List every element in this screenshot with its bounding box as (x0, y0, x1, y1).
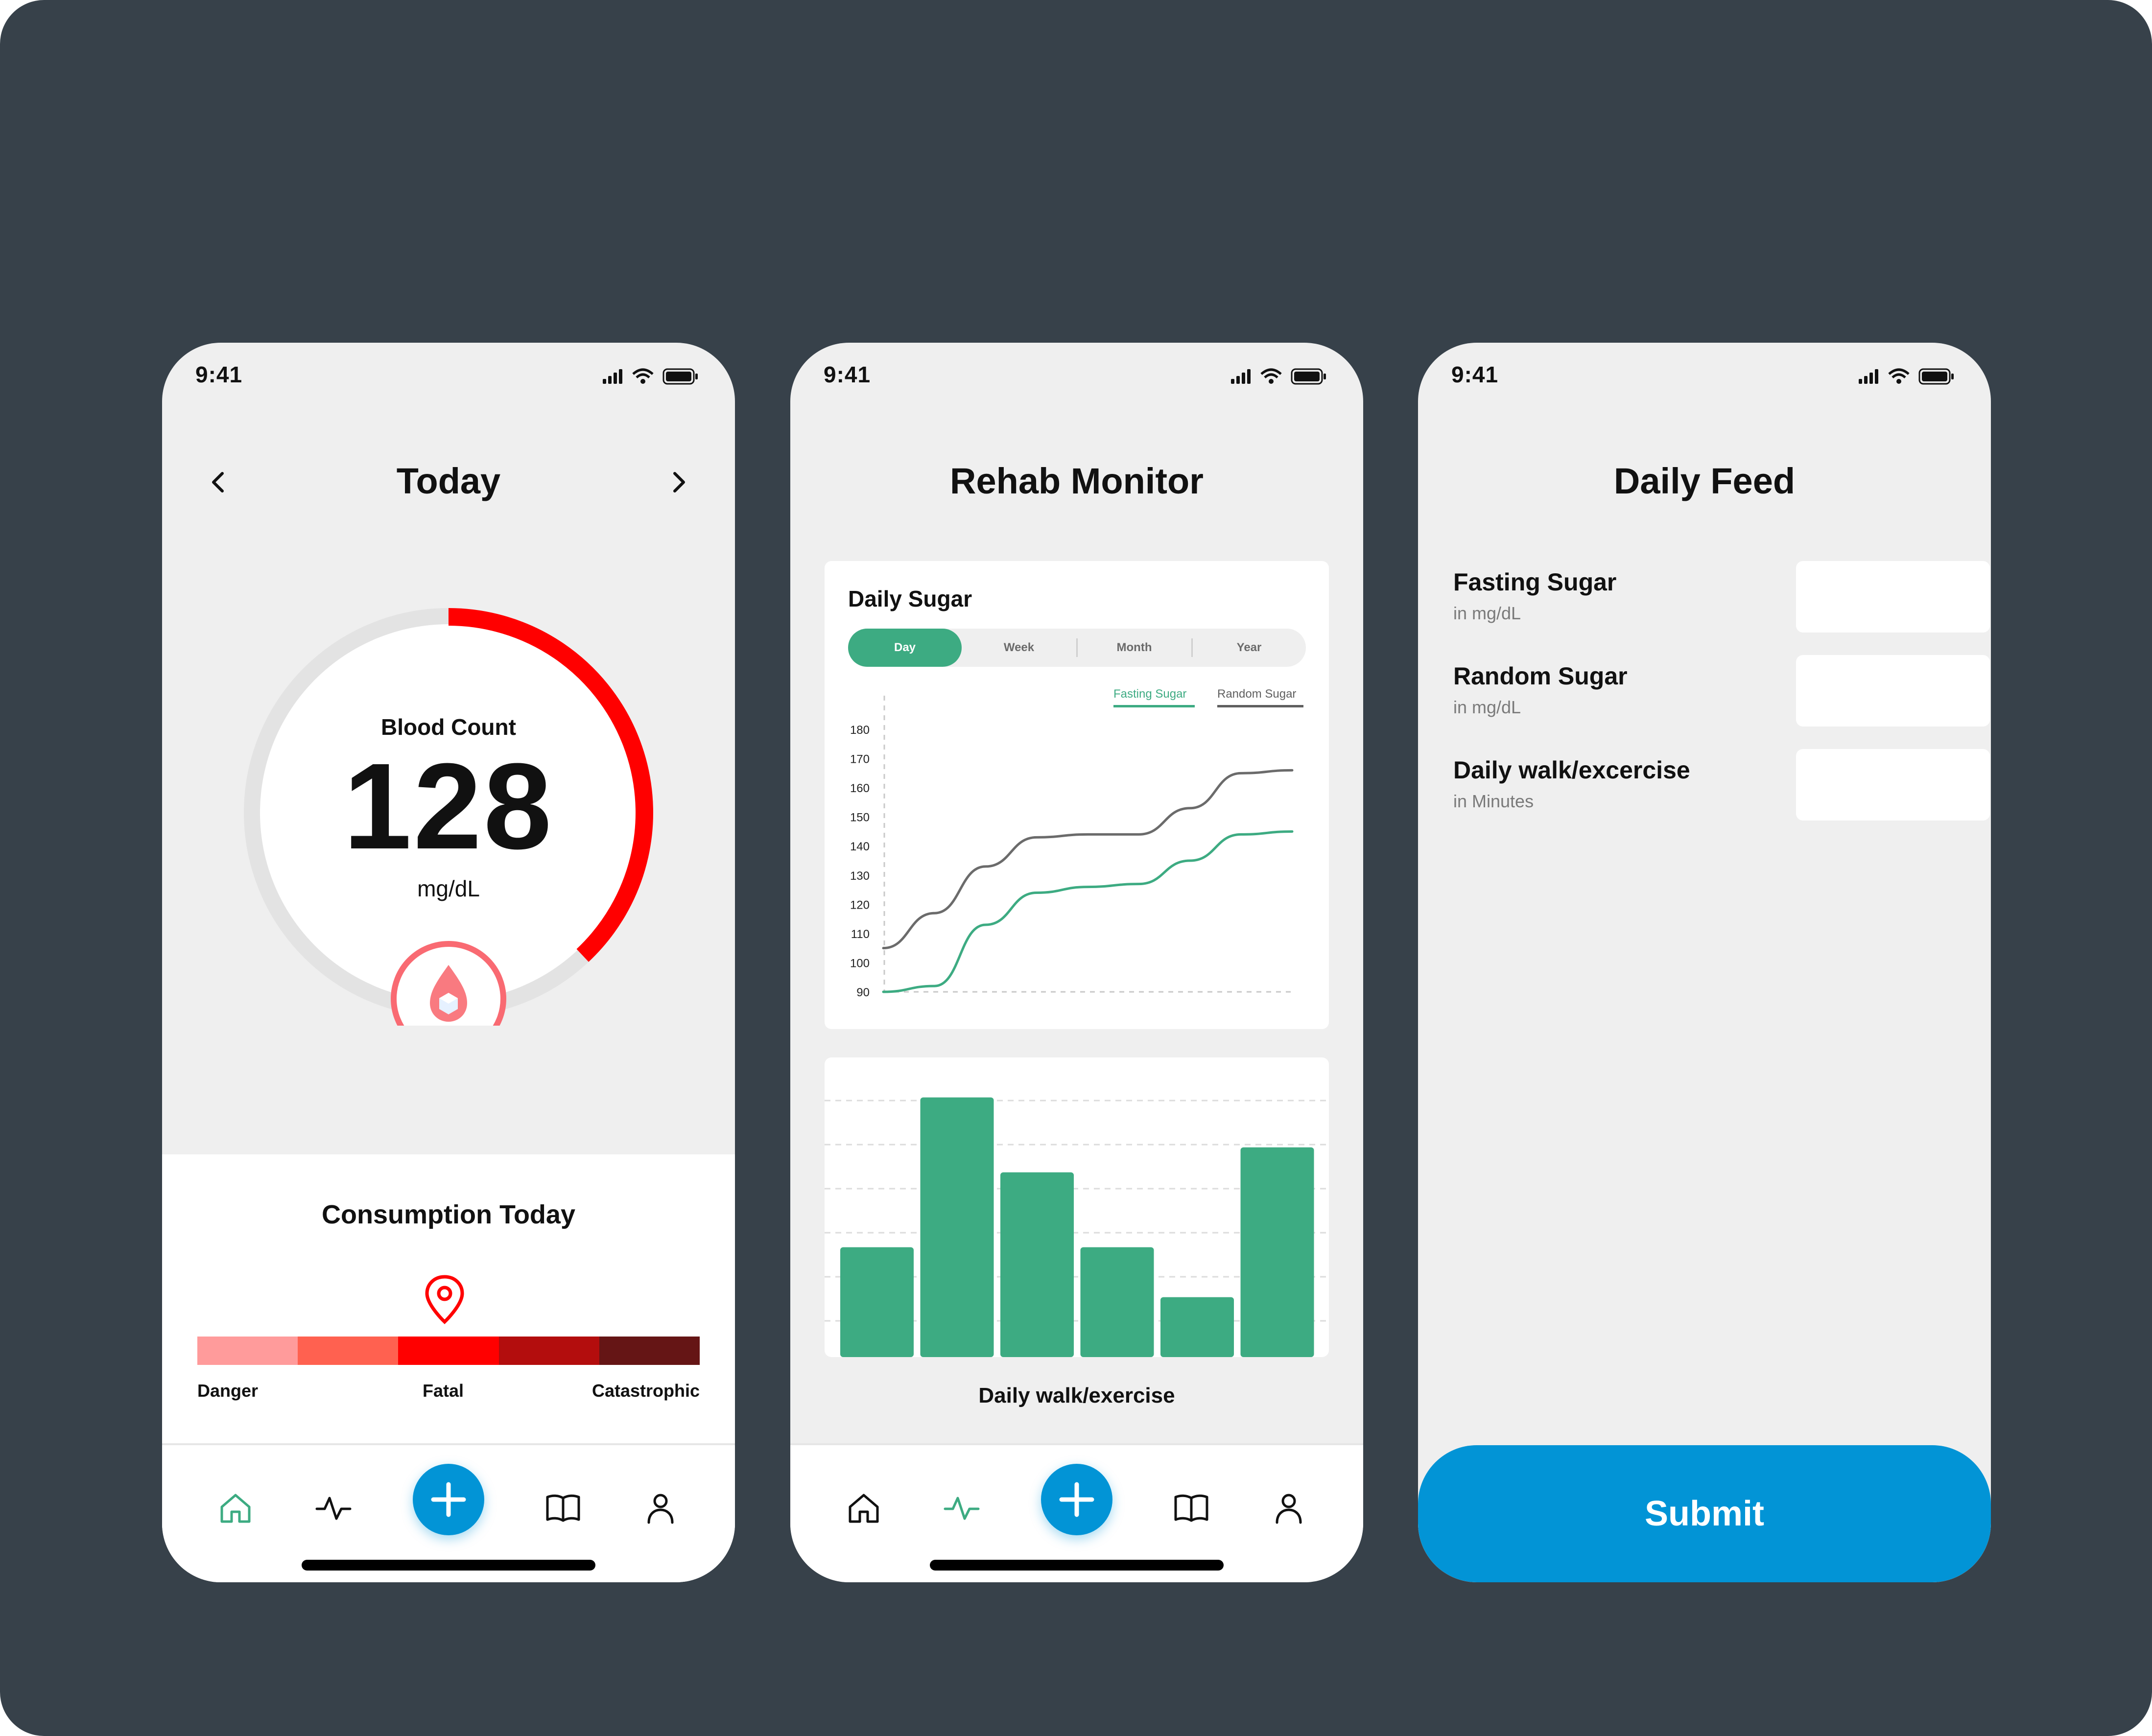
gauge-unit: mg/dL (417, 876, 480, 901)
y-tick-label: 110 (851, 928, 870, 941)
consumption-title: Consumption Today (322, 1200, 575, 1229)
home-indicator (930, 1560, 1224, 1571)
random-sugar-row: Random Sugar in mg/dL (1453, 655, 1990, 728)
home-indicator (302, 1560, 595, 1571)
bar (1000, 1172, 1074, 1357)
y-tick-label: 100 (850, 957, 870, 970)
field-label: Daily walk/excercise (1453, 756, 1690, 784)
page-title: Today (396, 461, 501, 501)
y-tick-label: 180 (850, 724, 870, 737)
add-button[interactable] (413, 1464, 484, 1535)
status-bar: 9:41 (1418, 343, 1991, 411)
profile-icon[interactable] (1269, 1488, 1308, 1527)
status-time: 9:41 (824, 362, 871, 387)
home-icon[interactable] (844, 1488, 883, 1527)
activity-icon[interactable] (314, 1488, 353, 1527)
page-title: Rehab Monitor (950, 461, 1204, 501)
field-label: Random Sugar (1453, 662, 1628, 690)
series-line-random-sugar (882, 769, 1294, 950)
plus-icon (1059, 1482, 1094, 1517)
bar (1080, 1247, 1154, 1357)
canvas-background: 9:41 Today Blood Count 128 mg/dL Consump… (0, 0, 2152, 1736)
y-tick-label: 140 (850, 840, 870, 853)
bar-chart-caption: Daily walk/exercise (978, 1384, 1175, 1408)
y-tick-label: 90 (856, 986, 870, 999)
field-label: Fasting Sugar (1453, 568, 1617, 596)
severity-label-fatal: Fatal (423, 1381, 464, 1401)
activity-icon[interactable] (942, 1488, 981, 1527)
location-pin-icon (425, 1275, 464, 1324)
field-unit: in mg/dL (1453, 603, 1521, 623)
scale-segment (599, 1337, 700, 1365)
status-icons (1231, 368, 1326, 385)
y-tick-label: 160 (850, 782, 870, 795)
rehab-monitor-screen: 9:41 Rehab Monitor Daily Sugar Day Week … (790, 343, 1363, 1582)
y-tick-label: 130 (850, 869, 870, 883)
gauge-label: Blood Count (381, 714, 516, 740)
add-button[interactable] (1041, 1464, 1112, 1535)
book-icon[interactable] (544, 1488, 583, 1527)
y-tick-label: 150 (850, 811, 870, 824)
page-title: Daily Feed (1613, 461, 1796, 501)
status-time: 9:41 (195, 362, 243, 387)
series-line-fasting-sugar (882, 830, 1294, 993)
fasting-sugar-input[interactable] (1796, 561, 1990, 633)
field-unit: in mg/dL (1453, 697, 1521, 717)
y-tick-label: 120 (850, 898, 870, 912)
chevron-right-icon[interactable] (664, 468, 693, 497)
severity-label-catastrophic: Catastrophic (591, 1381, 700, 1401)
status-icons (603, 368, 698, 385)
status-icons (1859, 368, 1954, 385)
daily-walk-row: Daily walk/excercise in Minutes (1453, 749, 1990, 822)
y-tick-label: 170 (850, 753, 870, 766)
home-icon[interactable] (216, 1488, 255, 1527)
bar (840, 1247, 914, 1357)
exercise-bar-card (825, 1057, 1329, 1357)
fasting-sugar-row: Fasting Sugar in mg/dL (1453, 561, 1990, 634)
severity-labels: Danger Fatal Catastrophic (197, 1381, 700, 1405)
exercise-bar-chart (825, 1097, 1329, 1357)
bar (920, 1097, 994, 1357)
status-bar: 9:41 (162, 343, 735, 411)
scale-segment (398, 1337, 499, 1365)
profile-icon[interactable] (641, 1488, 680, 1527)
daily-walk-input[interactable] (1796, 749, 1990, 821)
scale-segment (197, 1337, 298, 1365)
status-bar: 9:41 (790, 343, 1363, 411)
plus-icon (431, 1482, 466, 1517)
severity-label-danger: Danger (197, 1381, 259, 1401)
field-unit: in Minutes (1453, 791, 1534, 811)
scale-segment (498, 1337, 599, 1365)
submit-button[interactable]: Submit (1418, 1445, 1991, 1582)
book-icon[interactable] (1172, 1488, 1211, 1527)
random-sugar-input[interactable] (1796, 655, 1990, 727)
daily-sugar-card: Daily Sugar Day Week Month Year Fasting … (825, 561, 1329, 1029)
today-screen: 9:41 Today Blood Count 128 mg/dL Consump… (162, 343, 735, 1582)
severity-scale (197, 1337, 700, 1365)
sugar-line-chart: 90 100 110 120 130 140 150 160 170 180 (850, 696, 1295, 999)
bar (1160, 1297, 1234, 1357)
gauge-value: 128 (343, 738, 554, 874)
status-time: 9:41 (1451, 362, 1499, 387)
daily-feed-screen: 9:41 Daily Feed Fasting Sugar in mg/dL R… (1418, 343, 1991, 1582)
bar (1240, 1147, 1314, 1357)
scale-segment (298, 1337, 399, 1365)
